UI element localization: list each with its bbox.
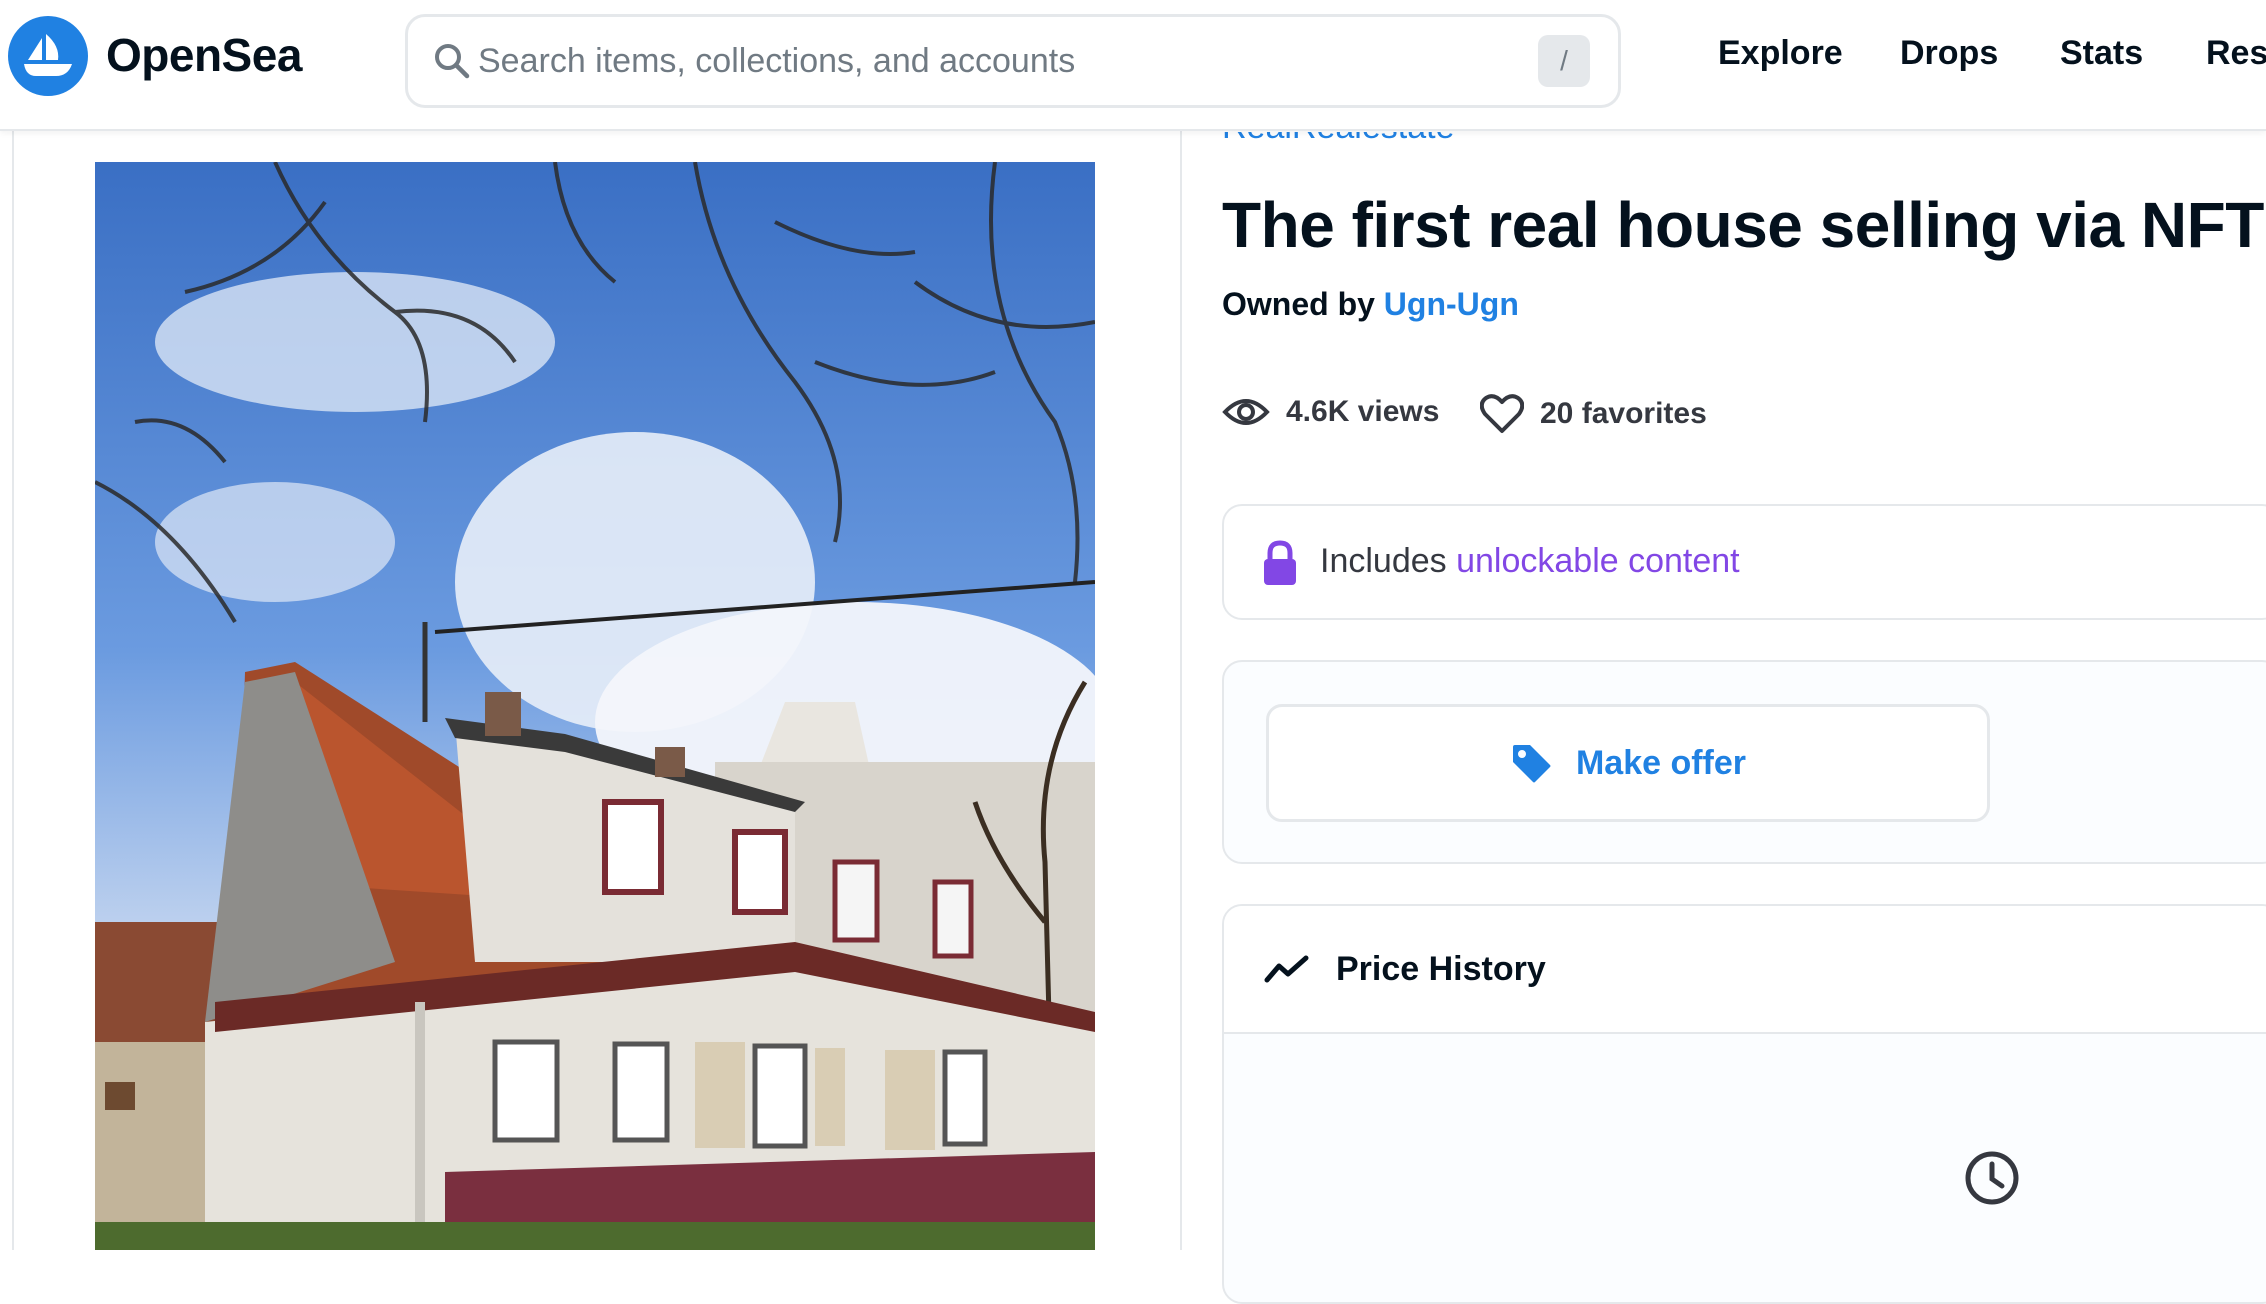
opensea-logo-icon[interactable] bbox=[8, 16, 88, 96]
brand-name[interactable]: OpenSea bbox=[106, 28, 302, 82]
search-input[interactable] bbox=[478, 33, 1478, 89]
tag-icon bbox=[1512, 745, 1551, 783]
heart-icon bbox=[1480, 394, 1524, 433]
nav-resources[interactable]: Res bbox=[2206, 34, 2266, 73]
favorites-stat[interactable]: 20 favorites bbox=[1480, 394, 1707, 434]
top-navbar: OpenSea / Explore Drops Stats Res bbox=[0, 0, 2266, 131]
search-icon bbox=[435, 44, 470, 79]
price-history-panel: Price History bbox=[1222, 904, 2266, 1304]
item-image[interactable] bbox=[95, 162, 1095, 1250]
price-history-header[interactable]: Price History bbox=[1224, 906, 2266, 1034]
owned-by-label: Owned by bbox=[1222, 286, 1375, 322]
unlock-prefix: Includes bbox=[1320, 542, 1447, 580]
item-title: The first real house selling via NFT bbox=[1222, 189, 2264, 261]
owner-line: Owned by Ugn-Ugn bbox=[1222, 286, 1519, 323]
unlock-text: Includes unlockable content bbox=[1320, 542, 1740, 581]
views-stat: 4.6K views bbox=[1222, 394, 1439, 430]
views-count: 4.6K views bbox=[1286, 395, 1440, 428]
unlockable-content-card[interactable]: Includes unlockable content bbox=[1222, 504, 2266, 620]
favorites-count: 20 favorites bbox=[1540, 397, 1707, 430]
lock-icon bbox=[1264, 540, 1296, 585]
unlockable-content-link[interactable]: unlockable content bbox=[1456, 542, 1740, 580]
price-history-title: Price History bbox=[1336, 949, 1546, 988]
make-offer-button[interactable]: Make offer bbox=[1266, 704, 1990, 822]
offer-card: Make offer bbox=[1222, 660, 2266, 864]
trend-line-icon bbox=[1264, 955, 1309, 983]
search-shortcut-key: / bbox=[1538, 35, 1590, 87]
clock-icon bbox=[1965, 1151, 2019, 1205]
make-offer-label: Make offer bbox=[1575, 743, 1747, 782]
search-box[interactable]: / bbox=[405, 14, 1621, 108]
nav-stats[interactable]: Stats bbox=[2060, 34, 2143, 73]
eye-icon bbox=[1222, 399, 1270, 425]
nav-explore[interactable]: Explore bbox=[1718, 34, 1843, 73]
owner-link[interactable]: Ugn-Ugn bbox=[1384, 286, 1519, 322]
nav-drops[interactable]: Drops bbox=[1900, 34, 1998, 73]
